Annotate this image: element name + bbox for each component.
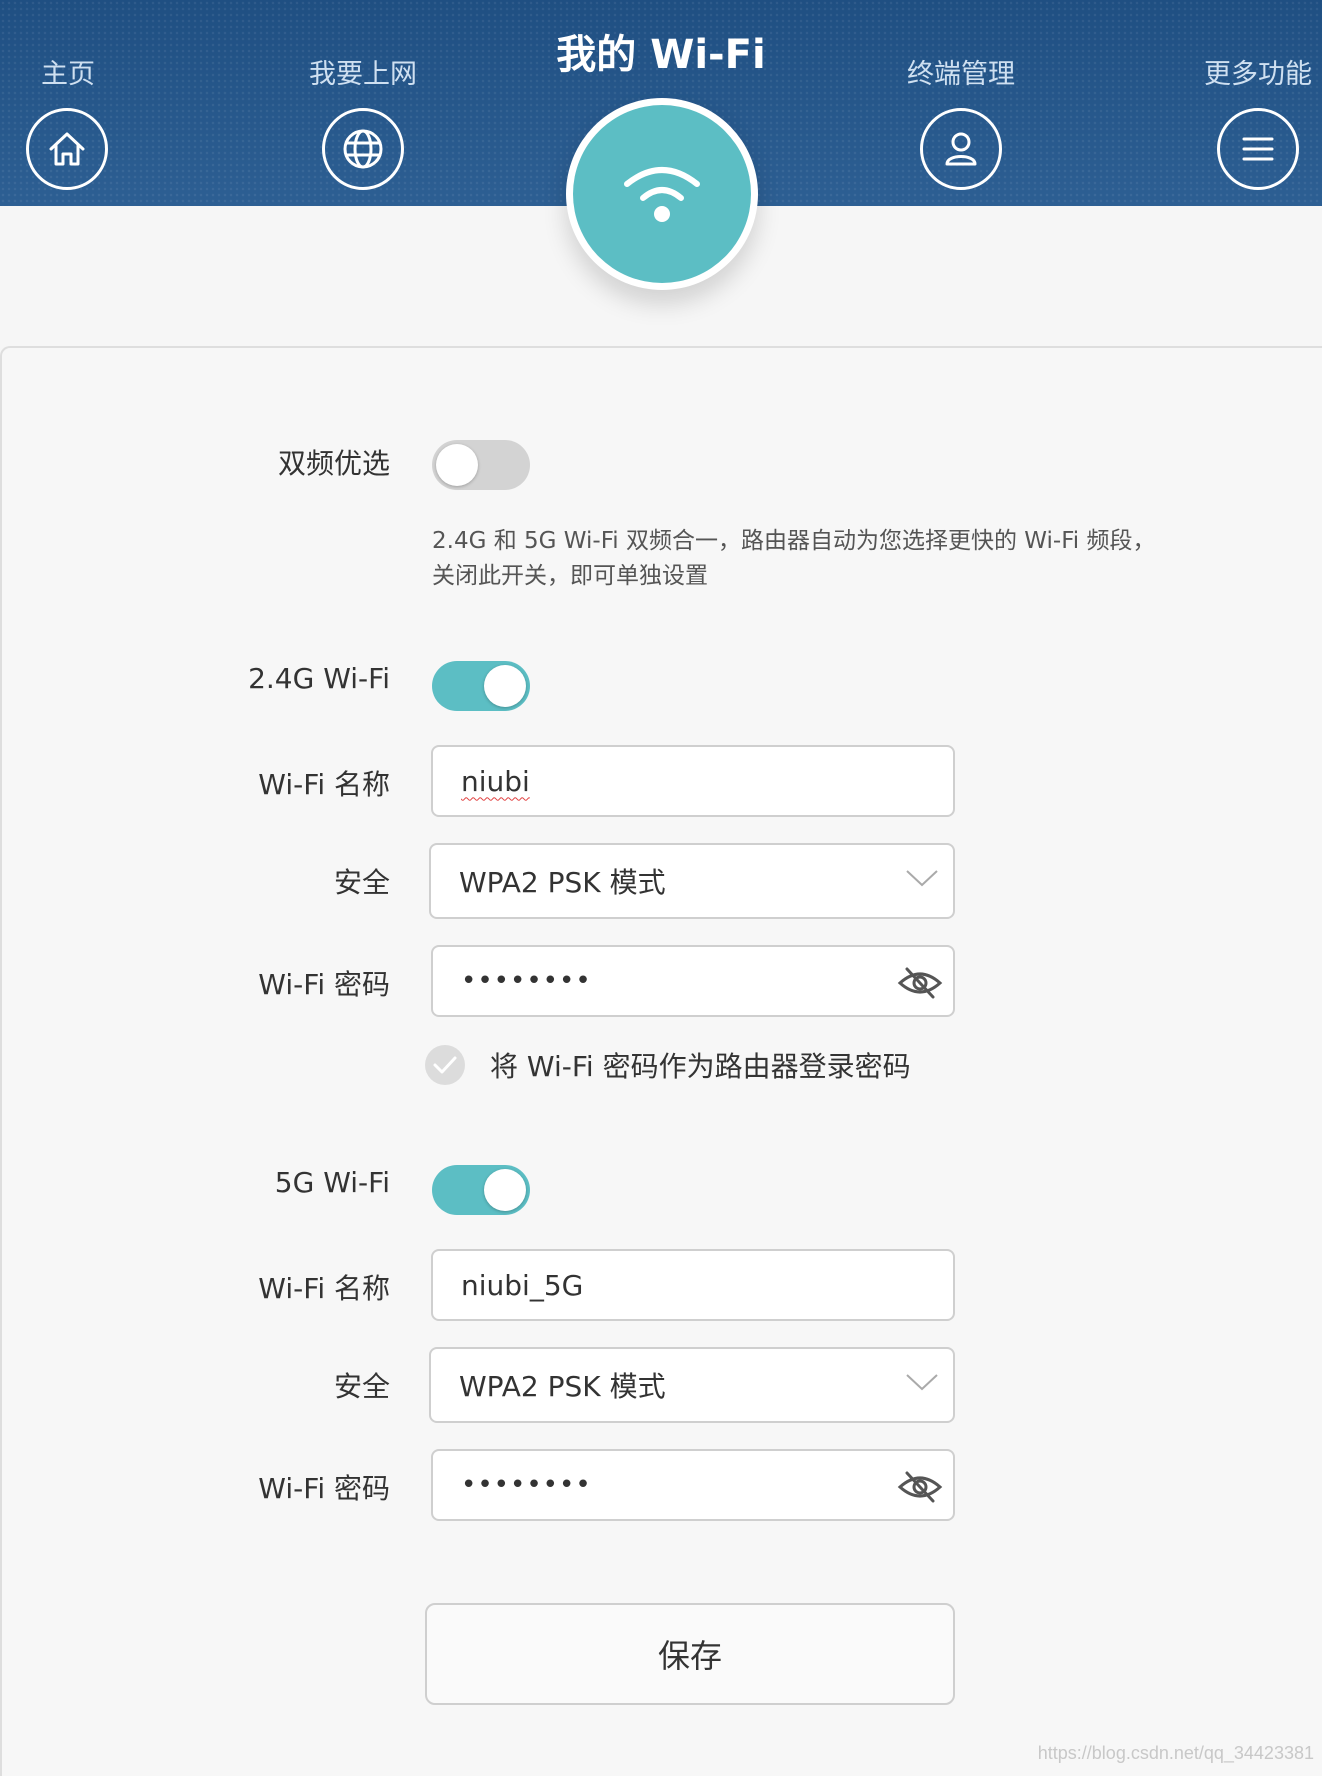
nav-devices-label: 终端管理 (907, 59, 1015, 90)
band-5-security-label: 安全 (333, 1370, 390, 1403)
band-5-security-select[interactable]: WPA2 PSK 模式 (429, 1347, 955, 1423)
band-5-name-label: Wi-Fi 名称 (258, 1272, 390, 1305)
nav-more[interactable]: 更多功能 (1196, 52, 1320, 91)
band-24-security-select[interactable]: WPA2 PSK 模式 (429, 843, 955, 919)
use-as-login-checkbox[interactable] (425, 1045, 465, 1085)
menu-icon[interactable] (1217, 108, 1299, 190)
band-24-password-input[interactable]: •••••••• (431, 945, 955, 1017)
band-5-name-value: niubi_5G (461, 1268, 584, 1302)
nav-devices[interactable]: 终端管理 (894, 52, 1028, 91)
band-24-label: 2.4G Wi-Fi (248, 662, 390, 695)
band-24-name-input[interactable]: niubi (431, 745, 955, 817)
band-5-password-label: Wi-Fi 密码 (258, 1472, 390, 1505)
home-icon[interactable] (26, 108, 108, 190)
user-icon[interactable] (920, 108, 1002, 190)
nav-more-label: 更多功能 (1204, 59, 1312, 90)
chevron-down-icon (906, 1374, 938, 1391)
toggle-knob (436, 444, 478, 486)
dual-band-description: 2.4G 和 5G Wi-Fi 双频合一，路由器自动为您选择更快的 Wi-Fi … (432, 524, 1155, 594)
dual-band-description-line2: 关闭此开关，即可单独设置 (432, 563, 708, 589)
band-24-security-value: WPA2 PSK 模式 (459, 866, 666, 899)
dual-band-label: 双频优选 (277, 447, 390, 480)
globe-icon[interactable] (322, 108, 404, 190)
band-24-password-label: Wi-Fi 密码 (258, 968, 390, 1001)
watermark: https://blog.csdn.net/qq_34423381 (1037, 1743, 1314, 1763)
dual-band-toggle[interactable] (432, 440, 530, 490)
toggle-knob (484, 1169, 526, 1211)
band-5-security-value: WPA2 PSK 模式 (459, 1370, 666, 1403)
chevron-down-icon (906, 870, 938, 887)
save-button[interactable]: 保存 (425, 1603, 955, 1705)
band-24-name-label: Wi-Fi 名称 (258, 768, 390, 801)
band-24-password-value: •••••••• (461, 966, 592, 996)
wifi-icon (573, 105, 751, 283)
band-24-toggle[interactable] (432, 661, 530, 711)
band-5-toggle[interactable] (432, 1165, 530, 1215)
dual-band-description-line1: 2.4G 和 5G Wi-Fi 双频合一，路由器自动为您选择更快的 Wi-Fi … (432, 528, 1156, 554)
eye-hidden-icon[interactable] (897, 963, 943, 1003)
eye-hidden-icon[interactable] (897, 1467, 943, 1507)
band-24-security-label: 安全 (333, 866, 390, 899)
band-5-label: 5G Wi-Fi (274, 1166, 390, 1199)
wifi-nav-active[interactable] (566, 98, 758, 290)
toggle-knob (484, 665, 526, 707)
band-24-name-value: niubi (461, 764, 530, 798)
page-title: 我的 Wi-Fi (556, 32, 766, 78)
check-icon (433, 1056, 457, 1074)
band-5-password-input[interactable]: •••••••• (431, 1449, 955, 1521)
use-as-login-label: 将 Wi-Fi 密码作为路由器登录密码 (490, 1050, 911, 1083)
band-5-name-input[interactable]: niubi_5G (431, 1249, 955, 1321)
band-5-password-value: •••••••• (461, 1470, 592, 1500)
